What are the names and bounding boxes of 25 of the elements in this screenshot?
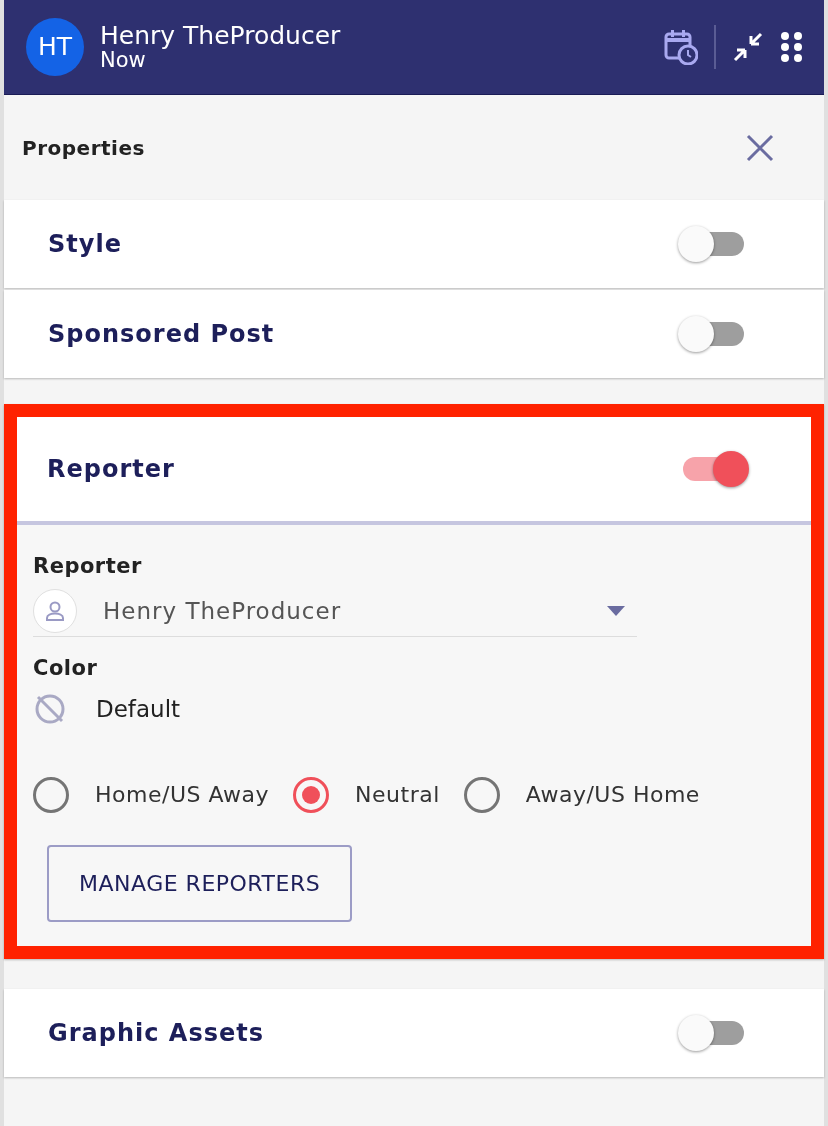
- reporter-select[interactable]: Henry TheProducer: [33, 586, 637, 637]
- field-label: Color: [33, 654, 99, 682]
- option-label: Neutral: [355, 781, 440, 809]
- user-name: Henry TheProducer: [100, 21, 342, 50]
- radio-button[interactable]: [33, 776, 69, 813]
- avatar: HT: [26, 18, 84, 76]
- field-label: Reporter: [33, 553, 143, 580]
- close-icon[interactable]: [746, 133, 774, 162]
- section-title: Style: [48, 229, 122, 260]
- option-label: Away/US Home: [525, 781, 700, 809]
- option-label: Home/US Away: [95, 781, 270, 809]
- timestamp: Now: [100, 49, 146, 73]
- collapse-icon[interactable]: [732, 31, 764, 63]
- person-icon: [33, 589, 77, 633]
- radio-button[interactable]: [293, 776, 330, 813]
- color-value: Default: [96, 695, 181, 724]
- section-title: Reporter: [47, 454, 175, 485]
- section-title: Graphic Assets: [48, 1017, 264, 1049]
- manage-reporters-button[interactable]: MANAGE REPORTERS: [47, 844, 353, 922]
- grid-dots-icon[interactable]: [780, 31, 804, 63]
- calendar-clock-icon[interactable]: [664, 29, 698, 65]
- panel-title: Properties: [22, 134, 145, 162]
- section-title: Sponsored Post: [48, 319, 275, 350]
- radio-button[interactable]: [463, 776, 500, 813]
- caret-icon: [607, 606, 625, 616]
